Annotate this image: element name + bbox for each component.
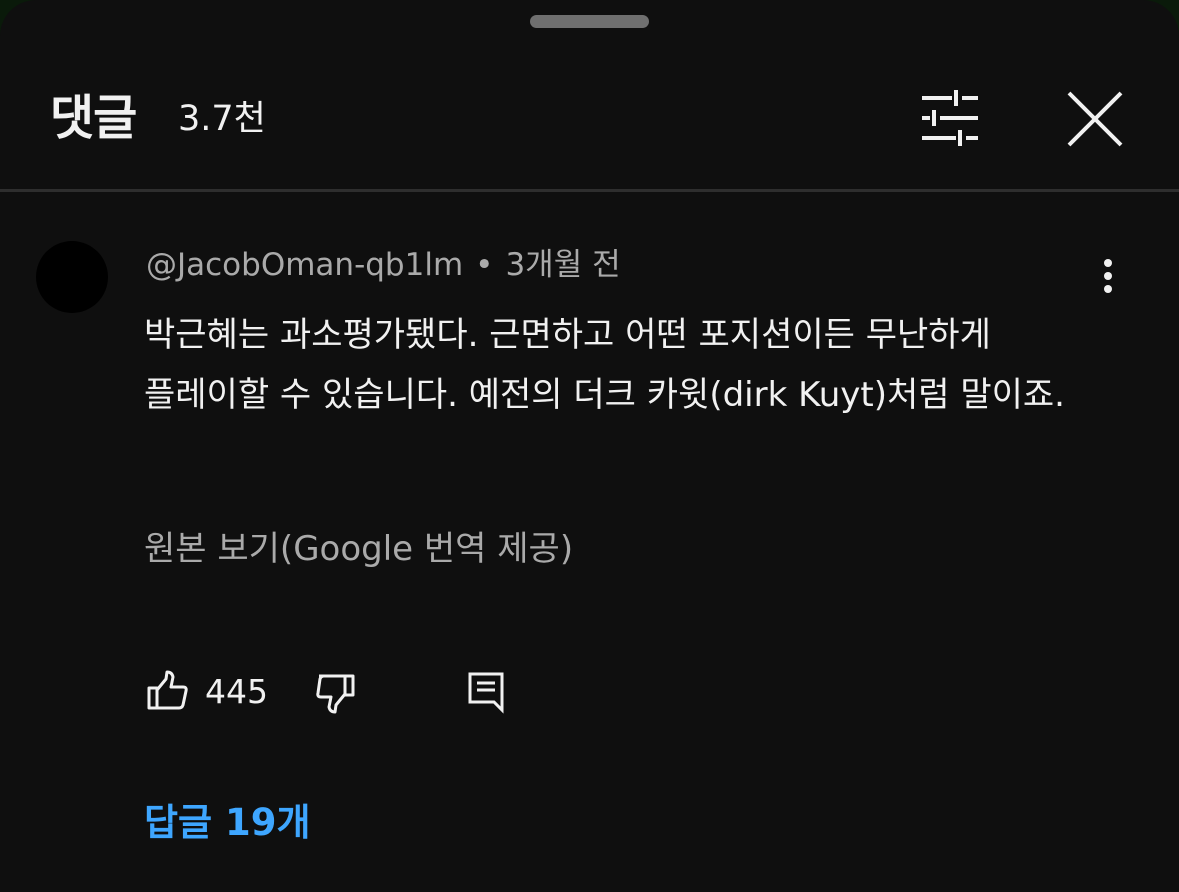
meta-separator: • — [475, 247, 494, 283]
comment-text: 박근혜는 과소평가됐다. 근면하고 어떤 포지션이든 무난하게 플레이할 수 있… — [144, 315, 1065, 415]
like-button[interactable] — [144, 668, 192, 716]
comments-count: 3.7천 — [178, 99, 266, 139]
comments-title: 댓글 — [50, 90, 137, 146]
thumbs-down-icon — [316, 674, 355, 714]
close-icon — [1067, 91, 1123, 147]
drag-handle[interactable] — [530, 15, 649, 28]
filter-button[interactable] — [912, 82, 990, 154]
sliders-icon — [922, 90, 978, 146]
comments-sheet: 댓글 3.7천 @JacobOman-qb1lm • 3개월 전 박근혜는 과소… — [0, 0, 1179, 892]
dislike-button[interactable] — [313, 670, 361, 718]
comment-time: 3개월 전 — [505, 247, 621, 283]
reply-button[interactable] — [464, 668, 512, 716]
header-divider — [0, 189, 1179, 192]
more-vert-icon — [1104, 259, 1112, 293]
like-count: 445 — [205, 672, 268, 711]
close-button[interactable] — [1058, 82, 1132, 156]
comment-author[interactable]: @JacobOman-qb1lm — [146, 247, 463, 283]
more-actions-button[interactable] — [1088, 254, 1128, 304]
reply-comment-icon — [468, 672, 504, 714]
replies-link[interactable]: 답글 19개 — [144, 796, 311, 850]
comment-meta: @JacobOman-qb1lm • 3개월 전 — [146, 243, 621, 287]
avatar[interactable] — [36, 241, 108, 313]
thumbs-up-icon — [147, 670, 188, 710]
view-original-link[interactable]: 원본 보기(Google 번역 제공) — [144, 524, 573, 574]
